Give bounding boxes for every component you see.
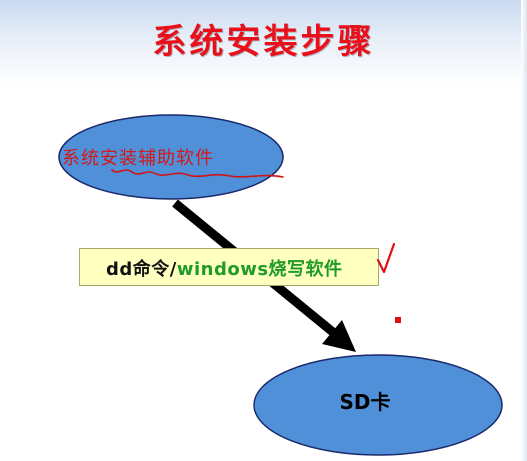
red-dot-marker (395, 317, 401, 323)
bottom-node-label: SD卡 (339, 390, 391, 414)
red-checkmark-icon (376, 242, 396, 274)
annotation-layer (376, 242, 396, 274)
